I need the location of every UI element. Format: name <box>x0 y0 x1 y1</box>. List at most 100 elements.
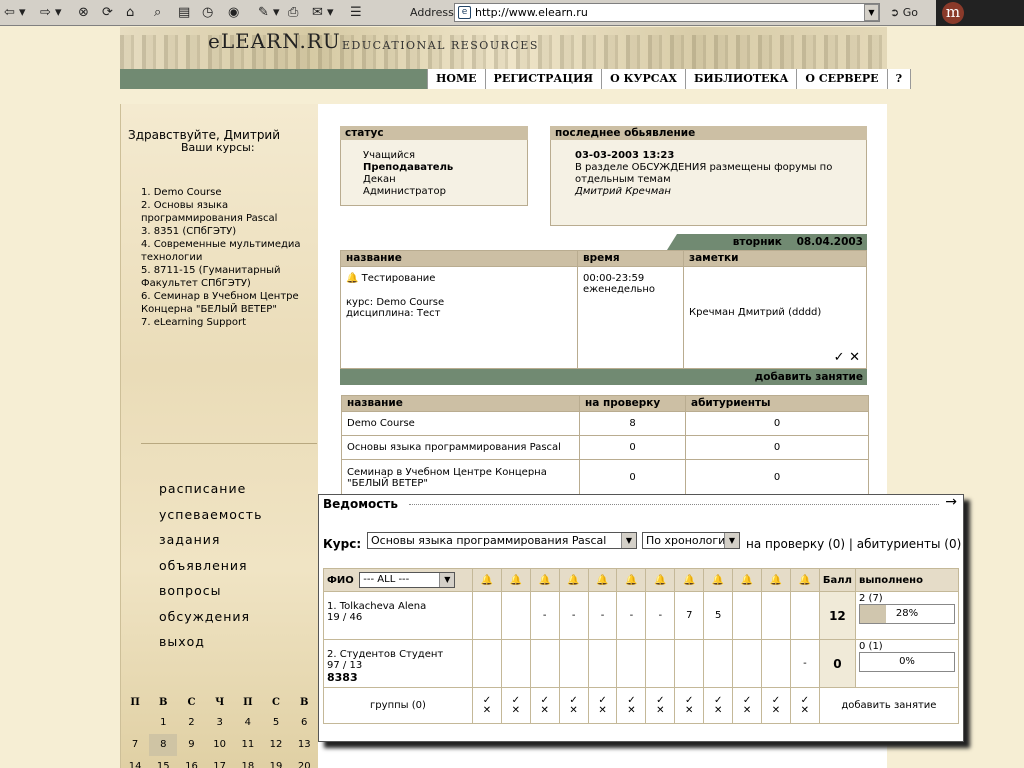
menu-schedule[interactable]: расписание <box>159 476 262 502</box>
nav-about-server[interactable]: О СЕРВЕРЕ <box>797 69 888 89</box>
go-button[interactable]: ➲ Go <box>890 3 918 22</box>
confirm-icon[interactable]: ✓ <box>563 695 585 706</box>
delete-icon[interactable]: ✕ <box>534 705 556 716</box>
confirm-icon[interactable]: ✓ <box>707 695 729 706</box>
mark-cell[interactable]: - <box>616 591 647 640</box>
calendar-day[interactable]: 9 <box>177 734 205 756</box>
mark-cell[interactable]: - <box>529 591 560 640</box>
media-icon[interactable]: ◉ <box>228 3 239 22</box>
calendar-day[interactable]: 11 <box>234 734 262 756</box>
course-link[interactable]: 4. Современные мультимедиа технологии <box>141 238 321 264</box>
status-item[interactable]: Преподаватель <box>363 162 453 174</box>
mark-cell[interactable] <box>471 591 502 640</box>
delete-icon[interactable]: ✕ <box>592 705 614 716</box>
bell-icon[interactable]: 🔔 <box>500 568 531 592</box>
mark-cell[interactable]: - <box>558 591 589 640</box>
mark-cell[interactable] <box>761 591 791 640</box>
mark-cell[interactable]: - <box>789 639 820 688</box>
stop-icon[interactable]: ⊗ <box>78 3 89 22</box>
delete-icon[interactable]: ✕ <box>736 705 758 716</box>
group-filter-select[interactable]: --- ALL --- ▼ <box>359 572 456 588</box>
counts-info[interactable]: на проверку (0) | абитуриенты (0) <box>746 537 961 551</box>
mark-cell[interactable] <box>587 639 618 688</box>
delete-icon[interactable]: ✕ <box>620 705 642 716</box>
mark-cell[interactable] <box>732 639 763 688</box>
status-item[interactable]: Администратор <box>363 186 453 198</box>
course-link[interactable]: 3. 8351 (СПбГЭТУ) <box>141 225 321 238</box>
edit-icon[interactable]: ✎ ▾ <box>258 3 280 22</box>
mark-cell[interactable] <box>500 639 531 688</box>
bell-icon[interactable]: 🔔 <box>529 568 560 592</box>
confirm-icon[interactable]: ✓ <box>505 695 527 706</box>
student-name[interactable]: 2. Студентов Студент <box>327 649 469 660</box>
search-icon[interactable]: ⌕ <box>154 3 161 22</box>
order-select[interactable]: По хронологии ▼ <box>642 532 740 549</box>
calendar-day[interactable]: 13 <box>290 734 318 756</box>
calendar-day[interactable]: 5 <box>262 712 290 734</box>
add-lesson-link[interactable]: добавить занятие <box>818 687 960 724</box>
calendar-day[interactable]: 16 <box>177 756 205 768</box>
calendar-day[interactable]: 15 <box>149 756 177 768</box>
delete-icon[interactable]: ✕ <box>849 350 860 365</box>
mark-cell[interactable] <box>645 639 676 688</box>
menu-questions[interactable]: вопросы <box>159 578 262 604</box>
delete-icon[interactable]: ✕ <box>563 705 585 716</box>
expand-arrow-icon[interactable]: → <box>945 494 957 510</box>
delete-icon[interactable]: ✕ <box>707 705 729 716</box>
address-dropdown-icon[interactable]: ▼ <box>864 4 879 21</box>
confirm-icon[interactable]: ✓ <box>736 695 758 706</box>
calendar-day[interactable]: 1 <box>149 712 177 734</box>
delete-icon[interactable]: ✕ <box>765 705 787 716</box>
mark-cell[interactable] <box>674 639 705 688</box>
calendar-day[interactable]: 6 <box>290 712 318 734</box>
menu-progress[interactable]: успеваемость <box>159 502 262 528</box>
calendar-day[interactable]: 19 <box>262 756 290 768</box>
mark-cell[interactable]: 5 <box>703 591 734 640</box>
status-item[interactable]: Декан <box>363 174 453 186</box>
mark-cell[interactable] <box>703 639 734 688</box>
mark-cell[interactable] <box>500 591 531 640</box>
mark-cell[interactable] <box>529 639 560 688</box>
calendar-day[interactable]: 12 <box>262 734 290 756</box>
nav-registration[interactable]: РЕГИСТРАЦИЯ <box>485 69 603 89</box>
address-input[interactable]: e http://www.elearn.ru <box>454 3 880 22</box>
bell-icon[interactable]: 🔔 <box>789 568 820 592</box>
menu-announcements[interactable]: объявления <box>159 553 262 579</box>
confirm-icon[interactable]: ✓ <box>834 350 845 365</box>
course-name[interactable]: Семинар в Учебном Центре Концерна "БЕЛЫЙ… <box>341 459 580 496</box>
mark-cell[interactable] <box>471 639 502 688</box>
bell-icon[interactable]: 🔔 <box>761 568 791 592</box>
refresh-icon[interactable]: ⟳ <box>102 3 113 22</box>
calendar-day[interactable]: 8 <box>149 734 178 756</box>
discuss-icon[interactable]: ☰ <box>350 3 362 22</box>
menu-discussions[interactable]: обсуждения <box>159 604 262 630</box>
print-icon[interactable]: ⎙ <box>288 3 298 22</box>
calendar-day[interactable]: 18 <box>234 756 262 768</box>
event-title[interactable]: Тестирование <box>362 273 436 284</box>
confirm-icon[interactable]: ✓ <box>534 695 556 706</box>
course-link[interactable]: 6. Семинар в Учебном Центре Концерна "БЕ… <box>141 290 321 316</box>
calendar-day[interactable]: 2 <box>177 712 205 734</box>
mark-cell[interactable] <box>761 639 791 688</box>
nav-library[interactable]: БИБЛИОТЕКА <box>685 69 798 89</box>
menu-assignments[interactable]: задания <box>159 527 262 553</box>
confirm-icon[interactable]: ✓ <box>620 695 642 706</box>
calendar-day[interactable]: 14 <box>121 756 149 768</box>
delete-icon[interactable]: ✕ <box>476 705 498 716</box>
bell-icon[interactable]: 🔔 <box>616 568 647 592</box>
mark-cell[interactable] <box>789 591 820 640</box>
bell-icon[interactable]: 🔔 <box>703 568 734 592</box>
bell-icon[interactable]: 🔔 <box>587 568 618 592</box>
home-icon[interactable]: ⌂ <box>126 3 134 22</box>
mail-icon[interactable]: ✉ ▾ <box>312 3 334 22</box>
bell-icon[interactable]: 🔔 <box>645 568 676 592</box>
calendar-day[interactable]: 3 <box>206 712 234 734</box>
nav-help[interactable]: ? <box>887 69 912 89</box>
back-icon[interactable]: ⇦ ▾ <box>4 3 26 22</box>
course-link[interactable]: 5. 8711-15 (Гуманитарный Факультет СПбГЭ… <box>141 264 321 290</box>
calendar-day[interactable]: 10 <box>206 734 234 756</box>
menu-logout[interactable]: выход <box>159 629 262 655</box>
bell-icon[interactable]: 🔔 <box>732 568 763 592</box>
course-select[interactable]: Основы языка программирования Pascal ▼ <box>367 532 637 549</box>
course-name[interactable]: Основы языка программирования Pascal <box>341 435 580 460</box>
